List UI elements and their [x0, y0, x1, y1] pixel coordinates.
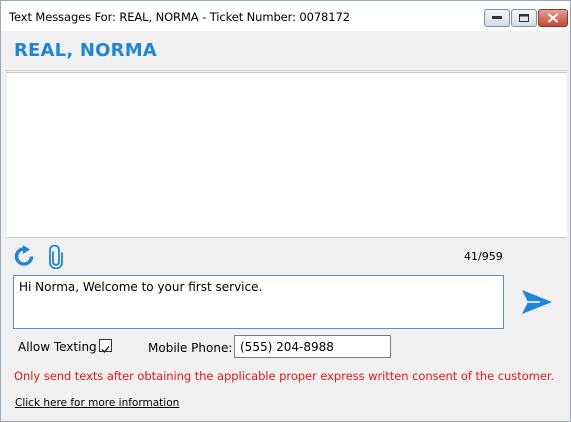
close-icon [548, 13, 558, 23]
paperclip-icon [49, 244, 63, 270]
refresh-button[interactable] [12, 245, 36, 271]
send-button[interactable] [520, 287, 554, 317]
message-input[interactable]: Hi Norma, Welcome to your first service. [13, 275, 504, 329]
mobile-phone-label: Mobile Phone: [148, 341, 233, 355]
text-messages-window: Text Messages For: REAL, NORMA - Ticket … [0, 0, 571, 422]
title-bar: Text Messages For: REAL, NORMA - Ticket … [1, 1, 570, 31]
allow-texting-label: Allow Texting [18, 340, 97, 354]
allow-texting-checkbox[interactable] [99, 339, 112, 354]
mobile-phone-input[interactable] [234, 335, 391, 358]
maximize-icon [519, 14, 529, 22]
checkmark-icon [101, 346, 110, 354]
character-count: 41/959 [464, 250, 503, 263]
refresh-icon [14, 245, 34, 266]
customer-name: REAL, NORMA [14, 40, 157, 61]
more-information-link[interactable]: Click here for more information [15, 397, 179, 409]
window-title: Text Messages For: REAL, NORMA - Ticket … [9, 10, 350, 24]
message-history[interactable] [7, 72, 567, 238]
close-button[interactable] [538, 9, 568, 27]
window-controls [484, 9, 568, 27]
maximize-button[interactable] [511, 9, 537, 27]
consent-warning: Only send texts after obtaining the appl… [14, 369, 555, 383]
customer-header: REAL, NORMA [5, 31, 568, 71]
attach-button[interactable] [48, 244, 64, 273]
minimize-button[interactable] [484, 9, 510, 27]
send-arrow-icon [522, 290, 552, 314]
minimize-icon [492, 16, 502, 19]
